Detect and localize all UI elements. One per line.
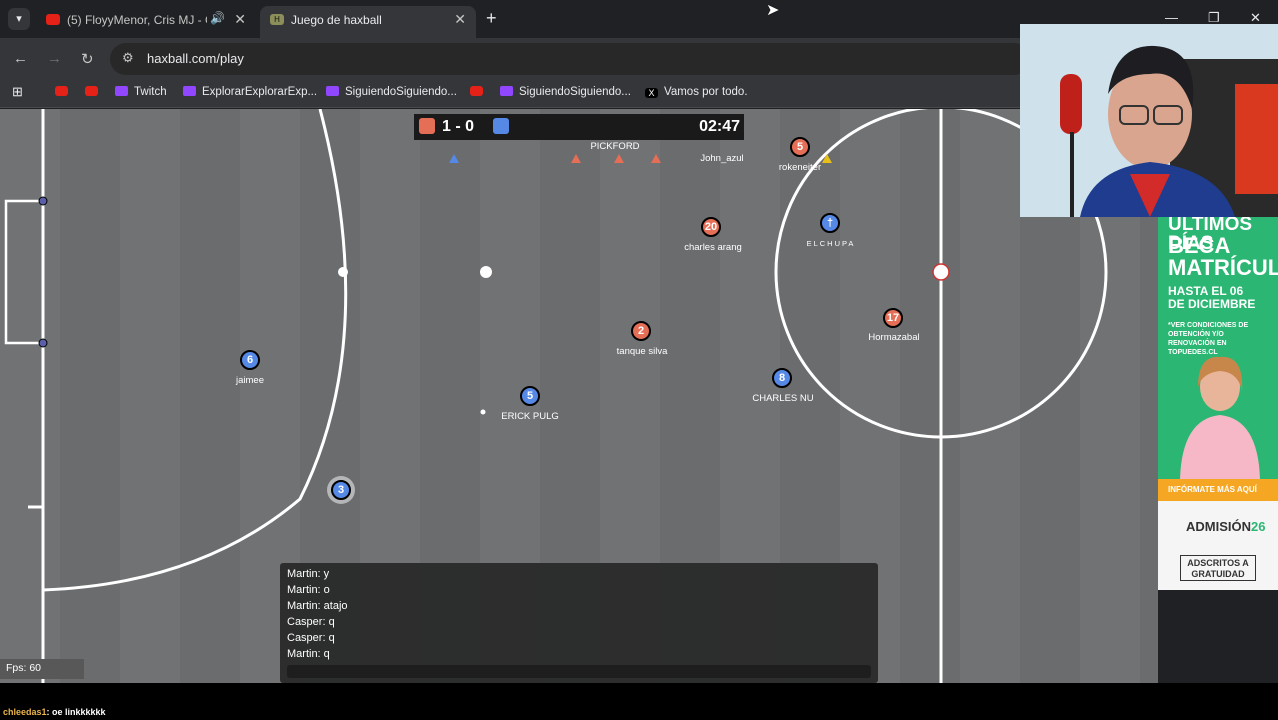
scoreboard: 1 - 0 02:47 [414, 114, 744, 140]
streamer-webcam-image [1020, 24, 1278, 217]
ad-person-image [1180, 356, 1260, 479]
tab-haxball[interactable]: H Juego de haxball ✕ [260, 6, 476, 38]
ad-date: HASTA EL 06 [1168, 284, 1244, 298]
bookmark-youtube-2[interactable] [85, 86, 104, 98]
chat-message: Martin: q [287, 648, 330, 660]
stream-chat-user: chleedas1 [3, 707, 47, 717]
ad-date: DE DICIEMBRE [1168, 297, 1256, 311]
player-self: 3 [331, 480, 351, 500]
blue-team-indicator [493, 118, 509, 134]
player-red: 17 [883, 308, 903, 328]
player-name: jaimee [236, 375, 264, 386]
speaker-icon[interactable]: 🔊 [210, 11, 225, 25]
youtube-icon [46, 14, 60, 25]
stream-chat-message: chleedas1: oe linkkkkkk [3, 707, 106, 717]
player-name-john-azul: John_azul [700, 153, 744, 164]
chat-message: Martin: y [287, 568, 330, 580]
offscreen-player-arrow [822, 154, 832, 163]
twitch-icon [115, 86, 128, 96]
bookmark-youtube-1[interactable] [55, 86, 74, 98]
forward-icon[interactable]: → [47, 50, 62, 67]
youtube-icon [85, 86, 98, 96]
bookmark-twitch[interactable]: Twitch [115, 86, 167, 98]
twitch-icon [183, 86, 196, 96]
chat-message: Martin: o [287, 584, 330, 596]
bookmark-x[interactable]: X Vamos por todo. [645, 86, 748, 98]
ad-headline: BECA [1168, 233, 1231, 258]
player-name-pickford: PICKFORD [590, 141, 640, 152]
ad-gratuidad-badge: ADSCRITOS A GRATUIDAD [1180, 555, 1256, 581]
mouse-cursor-icon: ➤ [766, 2, 780, 19]
close-tab-icon[interactable]: ✕ [234, 11, 246, 28]
player-blue: 5 [520, 386, 540, 406]
player-name: tanque silva [616, 346, 668, 357]
match-timer: 02:47 [699, 118, 740, 135]
ad-footer: ADMISIÓN26 ADSCRITOS A GRATUIDAD [1158, 501, 1278, 590]
tab-title: (5) FloyyMenor, Cris MJ - G [67, 13, 207, 27]
bookmark-siguiendo-1[interactable]: SiguiendoSiguiendo... [326, 86, 457, 98]
reload-icon[interactable]: ↻ [81, 50, 94, 68]
chat-message: Casper: q [287, 616, 335, 628]
close-tab-icon[interactable]: ✕ [454, 11, 466, 28]
chat-message: Martin: atajo [287, 600, 348, 612]
player-name: charles arang [684, 242, 742, 253]
url-text: haxball.com/play [147, 51, 244, 66]
offscreen-player-arrow [614, 154, 624, 163]
bookmark-siguiendo-2[interactable]: SiguiendoSiguiendo... [500, 86, 631, 98]
haxball-icon: H [270, 14, 284, 25]
player-name: CHARLES NU [752, 393, 814, 404]
tab-search-button[interactable]: ▾ [8, 8, 30, 30]
new-tab-button[interactable]: + [486, 8, 497, 29]
player-blue: † [820, 213, 840, 233]
twitch-icon [326, 86, 339, 96]
tab-title: Juego de haxball [291, 13, 382, 27]
chat-message: Casper: q [287, 632, 335, 644]
offscreen-player-arrow [449, 154, 459, 163]
player-red: 5 [790, 137, 810, 157]
red-team-indicator [419, 118, 435, 134]
score-text: 1 - 0 [442, 118, 475, 135]
ad-admision: ADMISIÓN26 [1186, 519, 1266, 534]
bookmark-youtube-3[interactable] [470, 86, 489, 98]
player-name: ERICK PULG [501, 411, 559, 422]
player-name: ELCHUPA [806, 239, 856, 248]
stream-chat-text: : oe linkkkkkk [46, 707, 106, 717]
apps-icon[interactable]: ⊞ [12, 84, 23, 100]
tab-youtube[interactable]: (5) FloyyMenor, Cris MJ - G 🔊 ✕ [36, 6, 256, 38]
player-red: 20 [701, 217, 721, 237]
minimize-icon[interactable]: — [1165, 10, 1178, 25]
youtube-icon [55, 86, 68, 96]
player-blue: 6 [240, 350, 260, 370]
webcam-overlay [1020, 24, 1278, 217]
site-info-icon[interactable]: ⚙ [122, 50, 134, 66]
address-bar[interactable]: ⚙ haxball.com/play [110, 43, 1030, 75]
player-red: 2 [631, 321, 651, 341]
ad-headline: MATRÍCULA* [1168, 255, 1278, 280]
bookmark-explorar[interactable]: ExplorarExplorarExp... [183, 86, 317, 98]
chat-input[interactable] [287, 665, 871, 678]
player-blue: 8 [772, 368, 792, 388]
fps-counter: Fps: 60 [0, 659, 84, 679]
offscreen-player-arrow [571, 154, 581, 163]
ad-cta-button[interactable]: INFÓRMATE MÁS AQUÍ [1158, 479, 1278, 501]
advertisement-banner[interactable]: ÚLTIMOS DÍAS BECA MATRÍCULA* HASTA EL 06… [1158, 217, 1278, 590]
player-name: Hormazabal [868, 332, 920, 343]
chat-box: Martin: y Martin: o Martin: atajo Casper… [280, 563, 878, 683]
offscreen-player-arrow [651, 154, 661, 163]
x-icon: X [645, 88, 658, 98]
twitch-icon [500, 86, 513, 96]
back-icon[interactable]: ← [13, 50, 28, 67]
youtube-icon [470, 86, 483, 96]
player-name: rokeneiter [778, 162, 822, 173]
stream-chat-bar: chleedas1: oe linkkkkkk [0, 683, 1278, 720]
